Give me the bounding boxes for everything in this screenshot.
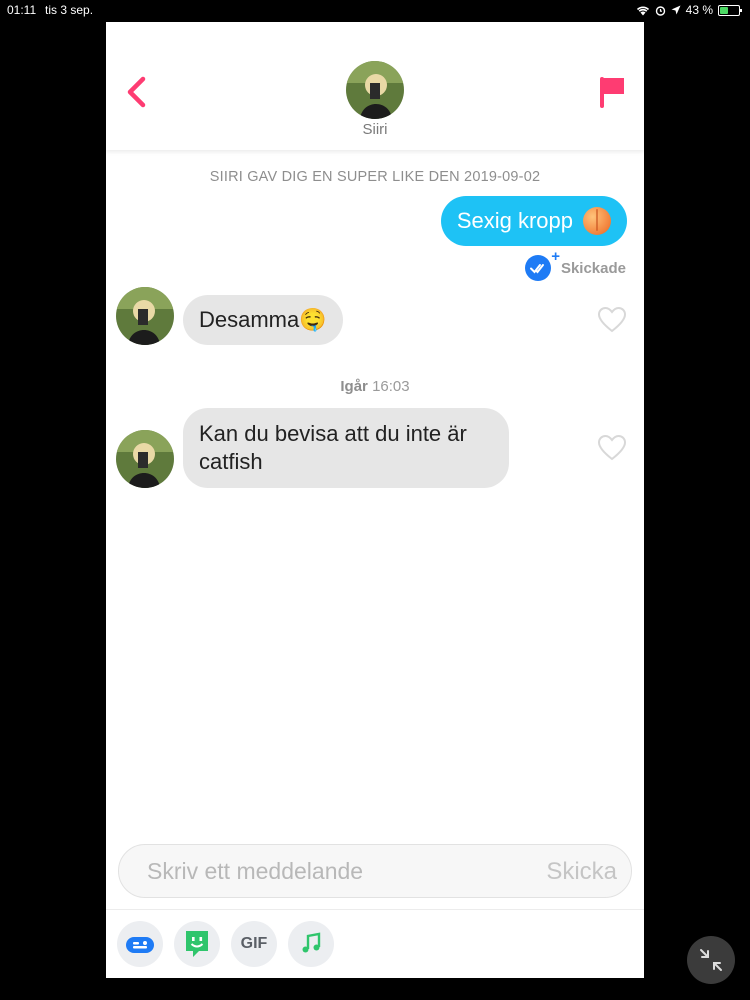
battery-percentage: 43 % [685,3,713,17]
time-divider: Igår 16:03 [106,378,644,395]
read-receipt-icon: + [524,248,560,281]
outgoing-message[interactable]: Sexig kropp [440,196,627,246]
composer-toolbar: GIF [106,909,644,978]
match-avatar[interactable] [346,61,404,119]
status-indicators: 43 % [636,3,742,17]
wifi-icon [636,6,649,15]
time-label: 16:03 [372,378,410,395]
chat-header: Siiri [106,22,644,150]
collapse-arrows-icon [700,949,722,971]
incoming-message[interactable]: Desamma🤤 [183,295,343,345]
incoming-message[interactable]: Kan du bevisa att du inte är catfish [183,408,509,488]
sender-avatar[interactable] [116,287,174,345]
heart-icon[interactable] [597,434,627,462]
back-button[interactable] [122,74,152,110]
plus-icon: + [551,248,560,265]
peach-icon [583,207,611,235]
sent-label: Skickade [560,259,626,277]
report-button[interactable] [598,74,628,110]
sender-avatar[interactable] [116,430,174,488]
profile-photo [116,430,174,488]
minimize-button[interactable] [687,936,735,984]
music-note-icon [302,932,321,953]
battery-icon [718,4,742,16]
super-like-notice: SIIRI GAV DIG EN SUPER LIKE DEN 2019-09-… [209,169,541,185]
profile-photo [116,287,174,345]
day-label: Igår [340,378,368,395]
flag-icon [600,77,624,108]
chevron-left-icon [127,76,146,108]
message-text: Kan du bevisa att du inte är catfish [199,421,467,474]
alarm-icon [655,5,665,16]
match-name[interactable]: Siiri [106,121,644,138]
message-text: Desamma🤤 [199,307,327,332]
message-input[interactable]: Skriv ett meddelande Skicka [118,844,632,898]
send-button[interactable]: Skicka [546,858,617,886]
message-text: Sexig kropp [456,208,573,233]
chat-window: Siiri SIIRI GAV DIG EN SUPER LIKE DEN 20… [106,22,644,978]
gif-button[interactable]: GIF [231,921,277,967]
message-card-button[interactable] [117,921,163,967]
location-icon [671,5,681,15]
profile-photo [346,61,404,119]
clock: 01:11 [7,3,37,17]
music-button[interactable] [288,921,334,967]
sticker-button[interactable] [174,921,220,967]
message-placeholder: Skriv ett meddelande [147,858,364,884]
status-bar: 01:11 tis 3 sep. 43 % [0,0,750,20]
date: tis 3 sep. [45,3,94,17]
gif-icon: GIF [240,935,268,952]
message-status: + Skickade [524,248,626,281]
sticker-icon [186,931,208,957]
message-card-icon [126,937,154,953]
heart-icon[interactable] [597,306,627,334]
